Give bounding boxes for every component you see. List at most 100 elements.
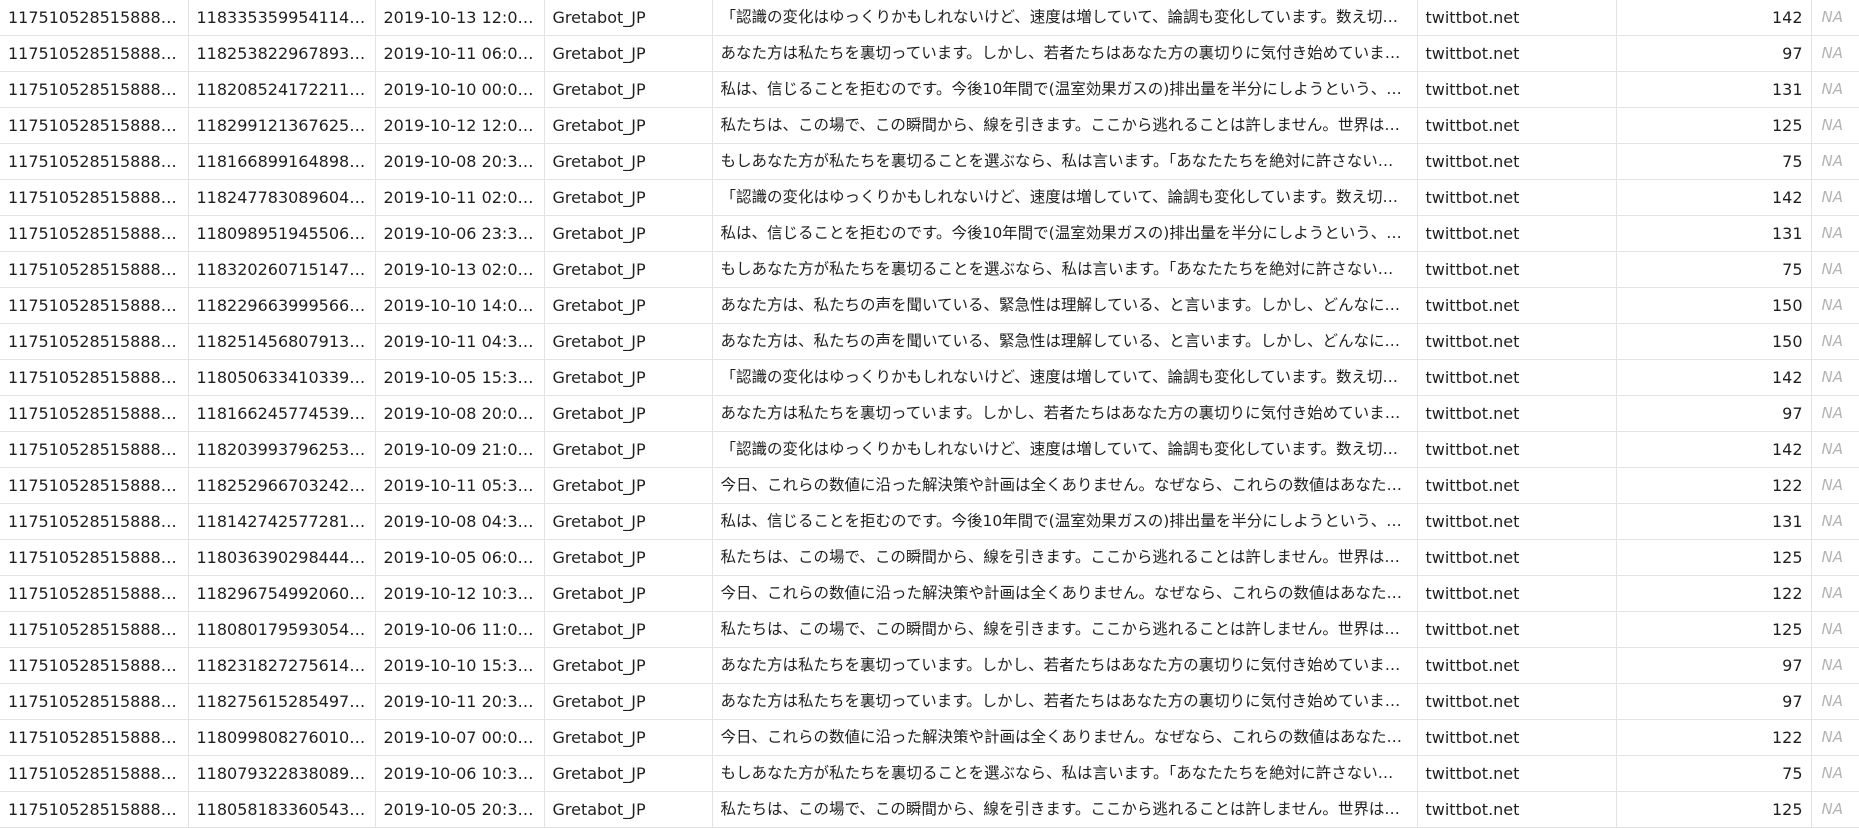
cell-display-text-width[interactable]: 125: [1616, 611, 1812, 648]
cell-reply-to[interactable]: NA: [1811, 179, 1859, 216]
cell-screen-name[interactable]: Gretabot_JP: [544, 143, 713, 180]
cell-text[interactable]: あなた方は私たちを裏切っています。しかし、若者たちはあなた方の裏切りに気付き始め…: [712, 395, 1418, 432]
cell-reply-to[interactable]: NA: [1811, 755, 1859, 792]
table-row[interactable]: 1175105285158883329 1181662457745399808 20…: [0, 395, 1859, 432]
table-row[interactable]: 1175105285158883329 1183353599541145600 20…: [0, 0, 1859, 36]
cell-status-id[interactable]: 1180581833605431297: [188, 791, 376, 828]
cell-reply-to[interactable]: NA: [1811, 503, 1859, 540]
cell-text[interactable]: あなた方は、私たちの声を聞いている、緊急性は理解している、と言います。しかし、ど…: [712, 287, 1418, 324]
cell-created-at[interactable]: 2019-10-06 23:33:37: [375, 215, 545, 252]
cell-screen-name[interactable]: Gretabot_JP: [544, 503, 713, 540]
cell-screen-name[interactable]: Gretabot_JP: [544, 251, 713, 288]
cell-user-id[interactable]: 1175105285158883329: [0, 359, 189, 396]
cell-source[interactable]: twittbot.net: [1417, 683, 1617, 720]
table-row[interactable]: 1175105285158883329 1180998082760101890 20…: [0, 719, 1859, 756]
cell-text[interactable]: 「認識の変化はゆっくりかもしれないけど、速度は増していて、論調も変化しています。…: [712, 431, 1418, 468]
cell-reply-to[interactable]: NA: [1811, 107, 1859, 144]
cell-created-at[interactable]: 2019-10-05 15:33:37: [375, 359, 545, 396]
cell-status-id[interactable]: 1182318272756142081: [188, 647, 376, 684]
table-row[interactable]: 1175105285158883329 1182318272756142081 20…: [0, 647, 1859, 684]
cell-text[interactable]: 私は、信じることを拒むのです。今後10年間で(温室効果ガスの)排出量を半分にしよ…: [712, 503, 1418, 540]
cell-source[interactable]: twittbot.net: [1417, 359, 1617, 396]
cell-display-text-width[interactable]: 75: [1616, 251, 1812, 288]
cell-screen-name[interactable]: Gretabot_JP: [544, 791, 713, 828]
cell-created-at[interactable]: 2019-10-12 10:33:37: [375, 575, 545, 612]
cell-display-text-width[interactable]: 142: [1616, 431, 1812, 468]
cell-source[interactable]: twittbot.net: [1417, 755, 1617, 792]
cell-screen-name[interactable]: Gretabot_JP: [544, 539, 713, 576]
cell-screen-name[interactable]: Gretabot_JP: [544, 35, 713, 72]
cell-reply-to[interactable]: NA: [1811, 215, 1859, 252]
cell-screen-name[interactable]: Gretabot_JP: [544, 683, 713, 720]
cell-display-text-width[interactable]: 122: [1616, 719, 1812, 756]
cell-source[interactable]: twittbot.net: [1417, 35, 1617, 72]
cell-source[interactable]: twittbot.net: [1417, 215, 1617, 252]
cell-status-id[interactable]: 1182538229678931968: [188, 35, 376, 72]
cell-user-id[interactable]: 1175105285158883329: [0, 539, 189, 576]
cell-created-at[interactable]: 2019-10-11 02:07:38: [375, 179, 545, 216]
cell-screen-name[interactable]: Gretabot_JP: [544, 215, 713, 252]
cell-created-at[interactable]: 2019-10-11 06:07:39: [375, 35, 545, 72]
cell-source[interactable]: twittbot.net: [1417, 431, 1617, 468]
cell-source[interactable]: twittbot.net: [1417, 287, 1617, 324]
table-row[interactable]: 1175105285158883329 1182756152854974464 20…: [0, 683, 1859, 720]
cell-reply-to[interactable]: NA: [1811, 287, 1859, 324]
cell-display-text-width[interactable]: 142: [1616, 0, 1812, 36]
cell-reply-to[interactable]: NA: [1811, 791, 1859, 828]
cell-source[interactable]: twittbot.net: [1417, 611, 1617, 648]
table-row[interactable]: 1175105285158883329 1182991213676257280 20…: [0, 107, 1859, 144]
table-row[interactable]: 1175105285158883329 1182296639995666432 20…: [0, 287, 1859, 324]
cell-status-id[interactable]: 1181427425772818432: [188, 503, 376, 540]
cell-source[interactable]: twittbot.net: [1417, 71, 1617, 108]
cell-reply-to[interactable]: NA: [1811, 71, 1859, 108]
cell-source[interactable]: twittbot.net: [1417, 539, 1617, 576]
table-row[interactable]: 1175105285158883329 1182477830896046080 20…: [0, 179, 1859, 216]
cell-status-id[interactable]: 1183202607151476738: [188, 251, 376, 288]
table-row[interactable]: 1175105285158883329 1180989519455064064 20…: [0, 215, 1859, 252]
cell-screen-name[interactable]: Gretabot_JP: [544, 647, 713, 684]
table-row[interactable]: 1175105285158883329 1181668991648985088 20…: [0, 143, 1859, 180]
cell-created-at[interactable]: 2019-10-09 21:07:37: [375, 431, 545, 468]
cell-created-at[interactable]: 2019-10-10 14:07:39: [375, 287, 545, 324]
cell-user-id[interactable]: 1175105285158883329: [0, 395, 189, 432]
cell-text[interactable]: 「認識の変化はゆっくりかもしれないけど、速度は増していて、論調も変化しています。…: [712, 0, 1418, 36]
cell-status-id[interactable]: 1180989519455064064: [188, 215, 376, 252]
cell-user-id[interactable]: 1175105285158883329: [0, 791, 189, 828]
cell-text[interactable]: 今日、これらの数値に沿った解決策や計画は全くありません。なぜなら、これらの数値は…: [712, 575, 1418, 612]
cell-user-id[interactable]: 1175105285158883329: [0, 287, 189, 324]
cell-reply-to[interactable]: NA: [1811, 647, 1859, 684]
cell-display-text-width[interactable]: 75: [1616, 143, 1812, 180]
cell-user-id[interactable]: 1175105285158883329: [0, 719, 189, 756]
cell-created-at[interactable]: 2019-10-06 11:07:41: [375, 611, 545, 648]
cell-source[interactable]: twittbot.net: [1417, 323, 1617, 360]
cell-display-text-width[interactable]: 97: [1616, 647, 1812, 684]
cell-user-id[interactable]: 1175105285158883329: [0, 503, 189, 540]
cell-text[interactable]: 「認識の変化はゆっくりかもしれないけど、速度は増していて、論調も変化しています。…: [712, 179, 1418, 216]
cell-reply-to[interactable]: NA: [1811, 0, 1859, 36]
cell-screen-name[interactable]: Gretabot_JP: [544, 179, 713, 216]
cell-created-at[interactable]: 2019-10-11 20:33:36: [375, 683, 545, 720]
table-row[interactable]: 1175105285158883329 1182085241722114048 20…: [0, 71, 1859, 108]
cell-user-id[interactable]: 1175105285158883329: [0, 251, 189, 288]
cell-user-id[interactable]: 1175105285158883329: [0, 0, 189, 36]
cell-display-text-width[interactable]: 125: [1616, 791, 1812, 828]
cell-created-at[interactable]: 2019-10-05 06:07:39: [375, 539, 545, 576]
cell-display-text-width[interactable]: 97: [1616, 395, 1812, 432]
cell-screen-name[interactable]: Gretabot_JP: [544, 719, 713, 756]
cell-text[interactable]: あなた方は、私たちの声を聞いている、緊急性は理解している、と言います。しかし、ど…: [712, 323, 1418, 360]
cell-reply-to[interactable]: NA: [1811, 35, 1859, 72]
cell-source[interactable]: twittbot.net: [1417, 575, 1617, 612]
table-row[interactable]: 1175105285158883329 1180801795930542081 20…: [0, 611, 1859, 648]
cell-screen-name[interactable]: Gretabot_JP: [544, 359, 713, 396]
table-row[interactable]: 1175105285158883329 1182514568079130624 20…: [0, 323, 1859, 360]
cell-source[interactable]: twittbot.net: [1417, 503, 1617, 540]
cell-display-text-width[interactable]: 75: [1616, 755, 1812, 792]
cell-display-text-width[interactable]: 150: [1616, 323, 1812, 360]
cell-reply-to[interactable]: NA: [1811, 359, 1859, 396]
cell-text[interactable]: 私は、信じることを拒むのです。今後10年間で(温室効果ガスの)排出量を半分にしよ…: [712, 71, 1418, 108]
cell-status-id[interactable]: 1182967549920608256: [188, 575, 376, 612]
cell-display-text-width[interactable]: 150: [1616, 287, 1812, 324]
cell-status-id[interactable]: 1180998082760101890: [188, 719, 376, 756]
cell-user-id[interactable]: 1175105285158883329: [0, 683, 189, 720]
cell-user-id[interactable]: 1175105285158883329: [0, 215, 189, 252]
